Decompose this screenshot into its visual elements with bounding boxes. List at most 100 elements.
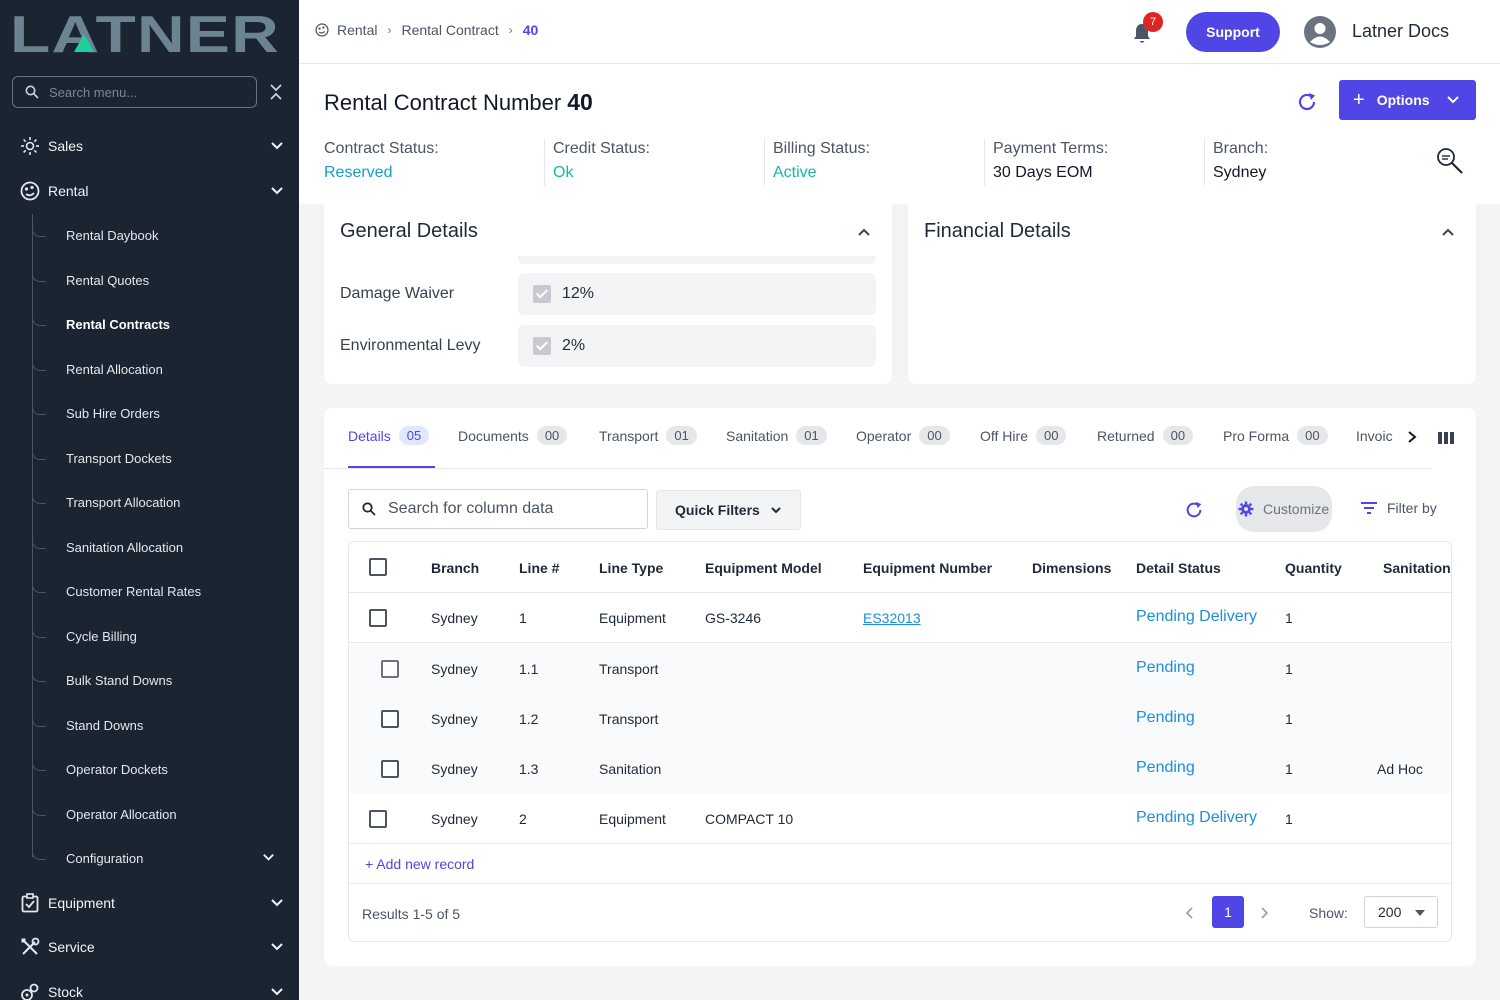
sidebar-item-stock[interactable]: Stock [0, 972, 299, 1000]
sidebar-subitem-rental-contracts[interactable]: Rental Contracts [32, 304, 292, 344]
column-header-line-type[interactable]: Line Type [599, 560, 663, 576]
damage-waiver-value: 12% [562, 285, 595, 302]
column-header-equipment-model[interactable]: Equipment Model [705, 560, 822, 576]
table-row[interactable]: Sydney 1.2 Transport Pending 1 [349, 694, 1451, 744]
breadcrumb: Rental › Rental Contract › 40 [315, 22, 538, 38]
environmental-levy-field[interactable]: 2% [518, 325, 876, 367]
collapse-sidebar-icon[interactable] [268, 82, 284, 102]
sidebar-item-rental[interactable]: Rental [0, 171, 299, 211]
tab-details[interactable]: Details 05 [348, 426, 430, 468]
sidebar-subitem-operator-dockets[interactable]: Operator Dockets [32, 749, 292, 789]
breadcrumb-rental-contract[interactable]: Rental Contract [401, 22, 498, 38]
chevron-up-icon[interactable] [1440, 224, 1456, 240]
tab-returned[interactable]: Returned 00 [1097, 426, 1194, 468]
support-button[interactable]: Support [1186, 12, 1280, 52]
row-checkbox[interactable] [381, 660, 399, 678]
tab-sanitation[interactable]: Sanitation 01 [726, 426, 827, 468]
sidebar-item-equipment[interactable]: Equipment [0, 883, 299, 923]
sidebar-subitem-rental-allocation[interactable]: Rental Allocation [32, 349, 292, 389]
credit-status: Credit Status: Ok [553, 140, 650, 186]
sidebar-subitem-transport-dockets[interactable]: Transport Dockets [32, 438, 292, 478]
row-checkbox[interactable] [369, 810, 387, 828]
columns-icon[interactable] [1438, 431, 1454, 445]
sidebar-subitem-bulk-stand-downs[interactable]: Bulk Stand Downs [32, 660, 292, 700]
quick-filters-button[interactable]: Quick Filters [656, 490, 801, 530]
tab-documents[interactable]: Documents 00 [458, 426, 568, 468]
chevron-up-icon[interactable] [856, 224, 872, 240]
table-row[interactable]: Sydney 1.3 Sanitation Pending 1 Ad Hoc [349, 744, 1451, 794]
column-header-equipment-number[interactable]: Equipment Number [863, 560, 992, 576]
latner-logo[interactable]: LATNER [10, 8, 282, 56]
sidebar-subitem-operator-allocation[interactable]: Operator Allocation [32, 794, 292, 834]
menu-search[interactable] [12, 76, 257, 108]
general-details-title: General Details [340, 220, 478, 242]
breadcrumb-rental[interactable]: Rental [337, 22, 377, 38]
cell-equipment-number-link[interactable]: ES32013 [863, 610, 921, 626]
refresh-icon[interactable] [1296, 91, 1318, 113]
options-button[interactable]: + Options [1339, 80, 1476, 120]
refresh-icon[interactable] [1184, 500, 1204, 520]
sidebar-subitem-label: Rental Daybook [66, 227, 159, 243]
chevron-left-icon[interactable] [1184, 906, 1194, 920]
sidebar-subitem-rental-quotes[interactable]: Rental Quotes [32, 260, 292, 300]
sidebar-subitem-rental-daybook[interactable]: Rental Daybook [32, 215, 292, 255]
page-button-current[interactable]: 1 [1212, 896, 1244, 928]
sidebar-item-sales[interactable]: Sales [0, 126, 299, 166]
tab-invoices[interactable]: Invoic [1356, 428, 1393, 468]
chevron-down-icon [271, 187, 283, 195]
row-checkbox[interactable] [381, 710, 399, 728]
table-search[interactable] [348, 489, 648, 529]
sidebar-item-service[interactable]: Service [0, 927, 299, 967]
tab-count: 00 [1035, 426, 1067, 445]
column-header-detail-status[interactable]: Detail Status [1136, 560, 1221, 576]
column-header-quantity[interactable]: Quantity [1285, 560, 1342, 576]
environmental-levy-checkbox[interactable] [533, 337, 551, 355]
tab-pro-forma[interactable]: Pro Forma 00 [1223, 426, 1328, 468]
filter-by-label: Filter by [1387, 500, 1437, 516]
chevron-down-icon [271, 899, 283, 907]
column-header-branch[interactable]: Branch [431, 560, 479, 576]
user-avatar-icon[interactable] [1304, 16, 1336, 48]
filter-by-button[interactable]: Filter by [1360, 500, 1437, 516]
tab-operator[interactable]: Operator 00 [856, 426, 950, 468]
cell-branch: Sydney [431, 610, 478, 626]
payment-terms-value: 30 Days EOM [993, 164, 1093, 181]
select-all-checkbox[interactable] [369, 558, 387, 576]
user-name[interactable]: Latner Docs [1352, 21, 1449, 42]
sidebar-item-label: Service [48, 939, 95, 955]
chevron-right-icon[interactable] [1260, 906, 1270, 920]
table-row[interactable]: Sydney 1 Equipment GS-3246 ES32013 Pendi… [349, 593, 1451, 643]
gear-icon [1238, 501, 1254, 517]
column-header-dimensions[interactable]: Dimensions [1032, 560, 1111, 576]
sidebar-subitem-label: Operator Allocation [66, 806, 177, 822]
add-new-record-link[interactable]: + Add new record [365, 856, 474, 872]
sidebar-subitem-label: Sub Hire Orders [66, 405, 160, 421]
row-checkbox[interactable] [369, 609, 387, 627]
tab-transport[interactable]: Transport 01 [599, 426, 697, 468]
chevron-right-icon[interactable] [1406, 430, 1418, 444]
menu-search-input[interactable] [49, 84, 239, 100]
pagination-bar: Results 1-5 of 5 1 Show: 200 [349, 884, 1451, 941]
row-checkbox[interactable] [381, 760, 399, 778]
table-row[interactable]: Sydney 1.1 Transport Pending 1 [349, 644, 1451, 694]
customize-button[interactable]: Customize [1236, 486, 1332, 532]
billing-status-label: Billing Status: [773, 140, 870, 157]
search-document-icon[interactable] [1435, 146, 1465, 176]
sidebar-subitem-transport-allocation[interactable]: Transport Allocation [32, 482, 292, 522]
column-header-line[interactable]: Line # [519, 560, 559, 576]
table-row[interactable]: Sydney 2 Equipment COMPACT 10 Pending De… [349, 794, 1451, 844]
sidebar-subitem-sanitation-allocation[interactable]: Sanitation Allocation [32, 527, 292, 567]
page-size-select[interactable]: 200 [1364, 896, 1438, 928]
sidebar-subitem-stand-downs[interactable]: Stand Downs [32, 705, 292, 745]
sidebar-subitem-configuration[interactable]: Configuration [32, 838, 292, 878]
sidebar-subitem-sub-hire-orders[interactable]: Sub Hire Orders [32, 393, 292, 433]
damage-waiver-field[interactable]: 12% [518, 273, 876, 315]
table-search-input[interactable] [388, 500, 628, 518]
sidebar-subitem-customer-rental-rates[interactable]: Customer Rental Rates [32, 571, 292, 611]
damage-waiver-checkbox[interactable] [533, 285, 551, 303]
column-header-sanitation[interactable]: Sanitation [1383, 560, 1451, 576]
tab-off-hire[interactable]: Off Hire 00 [980, 426, 1067, 468]
sidebar-subitem-cycle-billing[interactable]: Cycle Billing [32, 616, 292, 656]
chevron-down-icon [271, 988, 283, 996]
service-icon [21, 937, 40, 955]
